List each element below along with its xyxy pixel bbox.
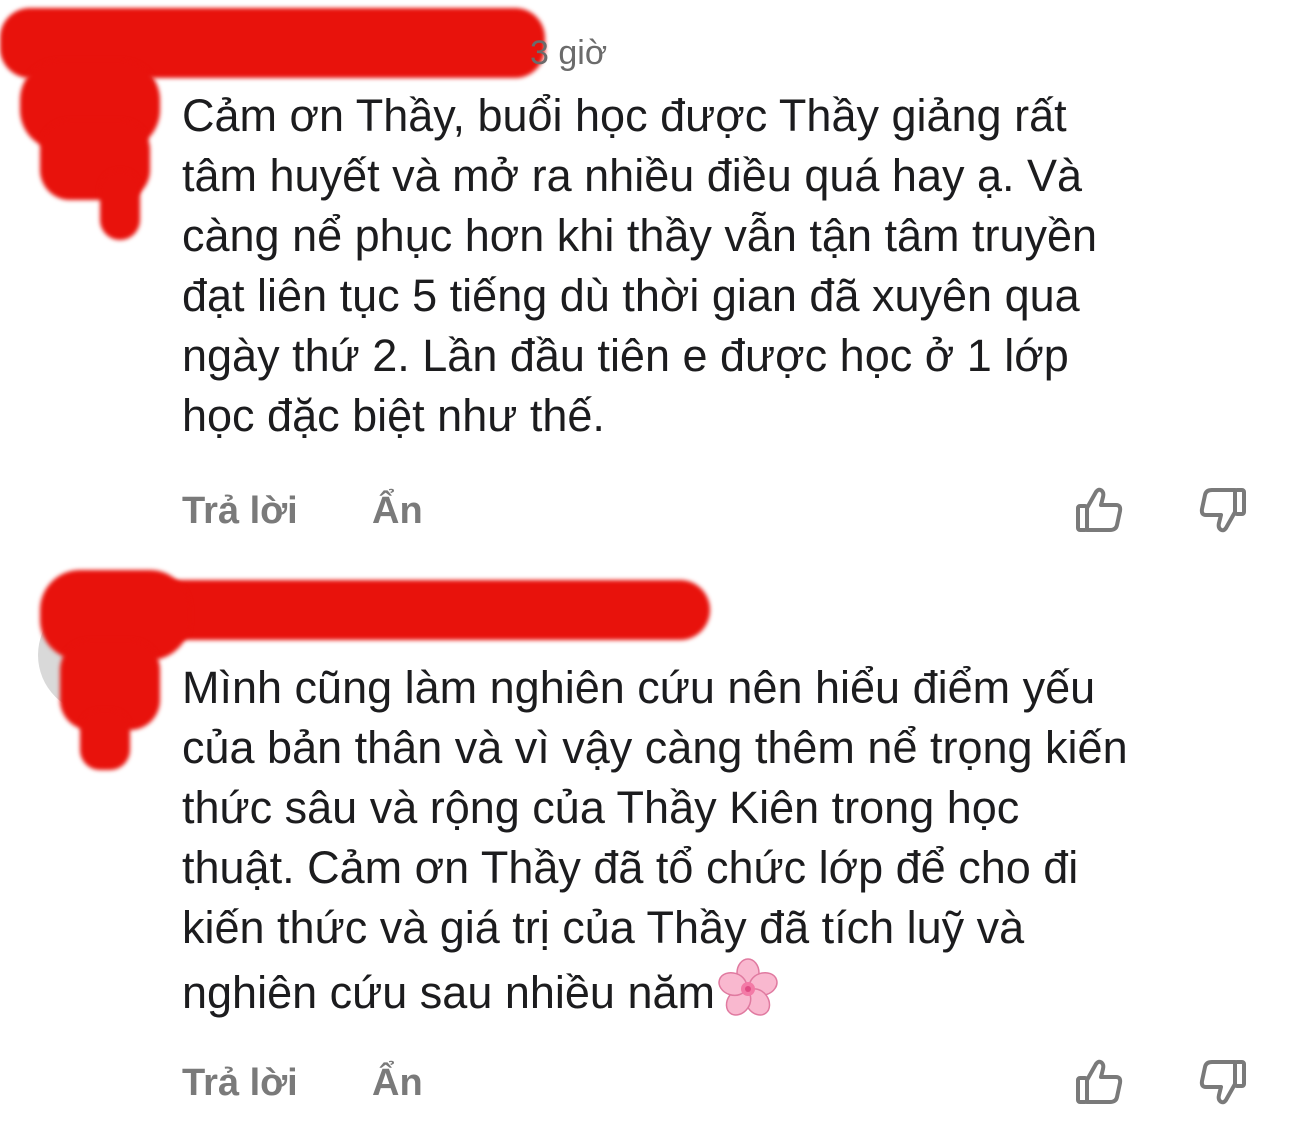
hide-button[interactable]: Ẩn <box>372 1062 423 1105</box>
comment-time: 3 giờ <box>530 34 608 72</box>
thumbs-up-icon[interactable] <box>1074 1056 1126 1108</box>
comment-line: kiến thức và giá trị của Thầy đã tích lu… <box>182 902 1025 953</box>
reply-button[interactable]: Trả lời <box>182 1062 298 1105</box>
comment-actions: Trả lời Ẩn <box>182 1059 1252 1112</box>
comment-line: nghiên cứu sau nhiều năm <box>182 958 1272 1023</box>
comment-2: Mình cũng làm nghiên cứu nên hiểu điểm y… <box>0 560 1290 1134</box>
comment-line: Cảm ơn Thầy, buổi học được Thầy giảng rấ… <box>182 90 1067 141</box>
comment-actions: Trả lời Ẩn <box>182 487 1252 540</box>
comment-line: thức sâu và rộng của Thầy Kiên trong học <box>182 782 1020 833</box>
comment-text: Cảm ơn Thầy, buổi học được Thầy giảng rấ… <box>182 86 1272 446</box>
reply-button[interactable]: Trả lời <box>182 490 298 533</box>
comment-line-text: nghiên cứu sau nhiều năm <box>182 967 715 1018</box>
thumbs-down-icon[interactable] <box>1196 484 1248 536</box>
comment-line: đạt liên tục 5 tiếng dù thời gian đã xuy… <box>182 270 1080 321</box>
redaction-mark <box>100 170 140 240</box>
comment-line: ngày thứ 2. Lần đầu tiên e được học ở 1 … <box>182 330 1069 381</box>
comment-line: thuật. Cảm ơn Thầy đã tổ chức lớp để cho… <box>182 842 1079 893</box>
comment-line: học đặc biệt như thế. <box>182 390 605 441</box>
comment-line: tâm huyết và mở ra nhiều điều quá hay ạ.… <box>182 150 1083 201</box>
comment-1: 3 giờ Cảm ơn Thầy, buổi học được Thầy gi… <box>0 0 1290 560</box>
hide-button[interactable]: Ẩn <box>372 490 423 533</box>
thumbs-down-icon[interactable] <box>1196 1056 1248 1108</box>
comment-line: Mình cũng làm nghiên cứu nên hiểu điểm y… <box>182 662 1096 713</box>
comment-text: Mình cũng làm nghiên cứu nên hiểu điểm y… <box>182 658 1272 1023</box>
redaction-mark <box>80 710 130 770</box>
redaction-mark <box>150 580 710 640</box>
comment-line: càng nể phục hơn khi thầy vẫn tận tâm tr… <box>182 210 1098 261</box>
thumbs-up-icon[interactable] <box>1074 484 1126 536</box>
comment-line: của bản thân và vì vậy càng thêm nể trọn… <box>182 722 1128 773</box>
cherry-blossom-icon <box>717 958 779 1020</box>
